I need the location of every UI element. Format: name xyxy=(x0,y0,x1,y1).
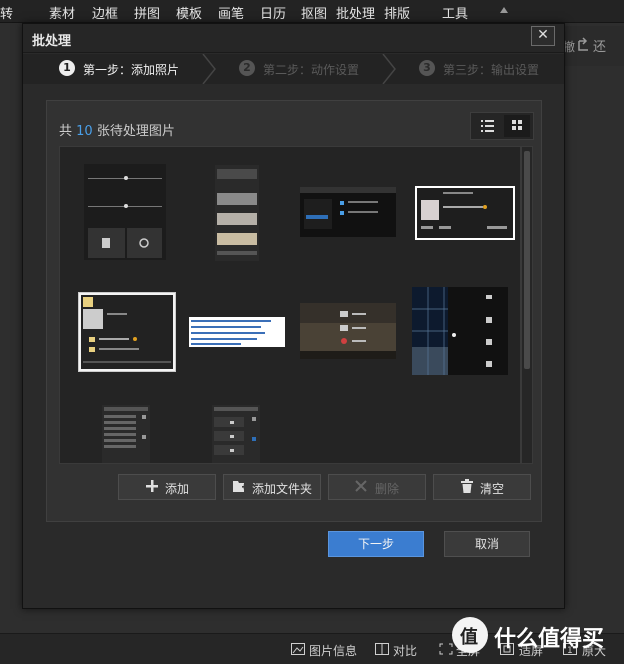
step-3-label: 第三步：输出设置 xyxy=(443,63,540,77)
thumbnail-image[interactable] xyxy=(84,164,166,260)
thumbnail-image[interactable] xyxy=(189,317,285,347)
menu-item-batch[interactable]: 批处理 xyxy=(336,3,375,22)
step-1: 1 第一步：添加照片 xyxy=(59,54,209,84)
step-2-number: 2 xyxy=(239,60,255,76)
thumbnail-image[interactable] xyxy=(415,186,515,240)
step-3-number: 3 xyxy=(419,60,435,76)
clear-button-label: 清空 xyxy=(480,482,505,496)
list-view-button[interactable] xyxy=(474,115,500,137)
thumbnail-grid[interactable] xyxy=(59,146,521,464)
dialog-titlebar[interactable]: 批处理 ✕ xyxy=(23,24,564,53)
watermark-logo-glyph: 值 xyxy=(460,627,478,648)
add-folder-button-label: 添加文件夹 xyxy=(252,482,313,496)
step-2-label: 第二步：动作设置 xyxy=(263,63,360,77)
image-count: 共 10 张待处理图片 xyxy=(59,120,175,139)
menu-item-cutout[interactable]: 抠图 xyxy=(301,3,327,22)
vertical-scrollbar[interactable] xyxy=(521,146,533,464)
thumbnail-image[interactable] xyxy=(412,287,508,375)
grid-view-button[interactable] xyxy=(504,115,530,137)
folder-add-icon xyxy=(232,479,248,496)
watermark: 值 什么值得买 xyxy=(452,617,624,663)
add-button[interactable]: 添加 xyxy=(118,474,216,500)
plus-icon xyxy=(145,479,159,496)
grid-icon xyxy=(512,120,522,130)
image-info-button[interactable]: 图片信息 xyxy=(309,642,357,659)
thumbnail-image[interactable] xyxy=(300,303,396,359)
list-icon xyxy=(481,120,494,132)
menu-item-template[interactable]: 模板 xyxy=(176,3,202,22)
redo-label[interactable]: 还 xyxy=(593,36,606,55)
step-1-number: 1 xyxy=(59,60,75,76)
chevron-right-icon xyxy=(202,54,216,84)
cancel-button[interactable]: 取消 xyxy=(444,531,530,557)
trash-icon xyxy=(460,479,474,496)
delete-button[interactable]: 删除 xyxy=(328,474,426,500)
thumbnail-image[interactable] xyxy=(102,405,150,463)
batch-dialog: 批处理 ✕ 1 第一步：添加照片 2 第二步：动作设置 3 第三步：输出设置 共… xyxy=(22,23,565,609)
background-toolbar: 撤 还 xyxy=(563,26,624,66)
fullscreen-icon xyxy=(439,643,453,659)
view-toggle xyxy=(470,112,534,140)
menu-item-calendar[interactable]: 日历 xyxy=(260,3,286,22)
menu-item-border[interactable]: 边框 xyxy=(92,3,118,22)
watermark-text: 什么值得买 xyxy=(494,627,605,652)
step-2: 2 第二步：动作设置 xyxy=(239,54,389,84)
menu-item-collage[interactable]: 拼图 xyxy=(134,3,160,22)
dialog-title: 批处理 xyxy=(32,34,72,49)
image-info-icon xyxy=(291,643,305,659)
menu-item-layout[interactable]: 排版 xyxy=(384,3,410,22)
count-value: 10 xyxy=(76,124,93,139)
add-folder-button[interactable]: 添加文件夹 xyxy=(223,474,321,500)
step-1-label: 第一步：添加照片 xyxy=(83,63,180,77)
thumbnail-image[interactable] xyxy=(215,165,259,261)
add-button-label: 添加 xyxy=(165,482,190,496)
next-button[interactable]: 下一步 xyxy=(328,531,424,557)
compare-button[interactable]: 对比 xyxy=(393,642,417,659)
menubar: 转 素材 边框 拼图 模板 画笔 日历 抠图 批处理 排版 工具 xyxy=(0,0,624,23)
redo-icon xyxy=(575,37,591,57)
close-button[interactable]: ✕ xyxy=(531,26,555,46)
menu-item-material[interactable]: 素材 xyxy=(49,3,75,22)
menu-collapse-icon[interactable] xyxy=(500,7,508,13)
thumbnail-image[interactable] xyxy=(300,187,396,237)
step-indicator: 1 第一步：添加照片 2 第二步：动作设置 3 第三步：输出设置 xyxy=(23,54,564,84)
thumbnail-image[interactable] xyxy=(212,405,260,463)
compare-icon xyxy=(375,643,389,659)
chevron-right-icon xyxy=(382,54,396,84)
scrollbar-thumb[interactable] xyxy=(524,151,530,369)
x-icon xyxy=(355,480,367,495)
image-panel: 共 10 张待处理图片 添加 添加文件夹 删除 清空 xyxy=(46,100,542,522)
delete-button-label: 删除 xyxy=(375,482,400,496)
count-prefix: 共 xyxy=(59,124,73,139)
menu-item-brush[interactable]: 画笔 xyxy=(218,3,244,22)
menu-item-zhuan[interactable]: 转 xyxy=(0,3,13,22)
menu-item-tools[interactable]: 工具 xyxy=(442,3,468,22)
count-suffix: 张待处理图片 xyxy=(96,124,175,139)
clear-button[interactable]: 清空 xyxy=(433,474,531,500)
watermark-logo: 值 xyxy=(452,617,488,653)
step-3: 3 第三步：输出设置 xyxy=(419,54,559,84)
thumbnail-image[interactable] xyxy=(78,292,176,372)
